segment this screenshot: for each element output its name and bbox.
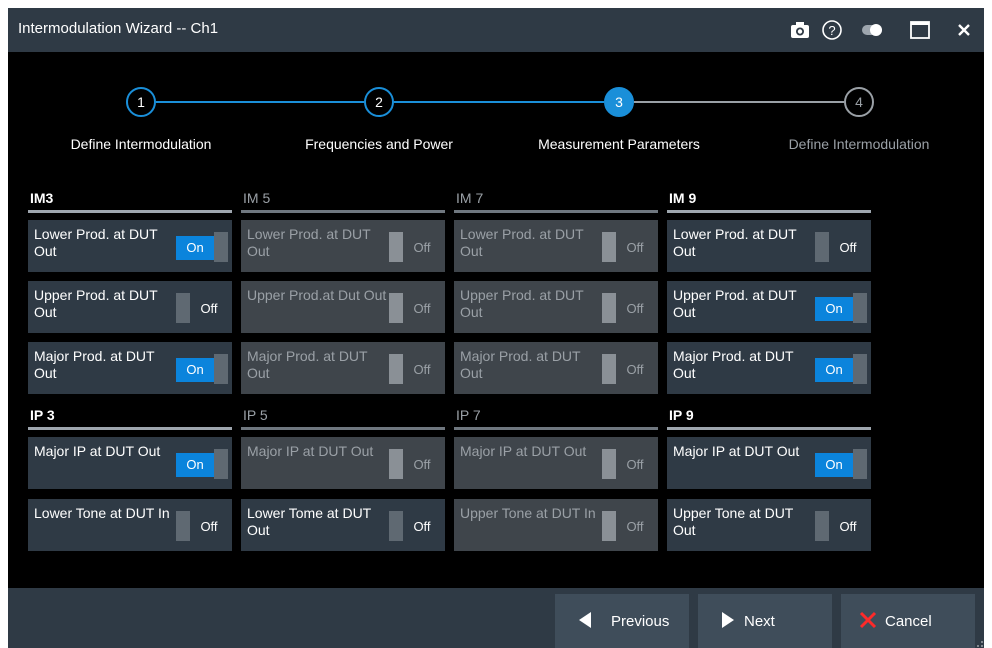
toggle-label: Major Prod. at DUT Out (460, 348, 581, 381)
help-icon[interactable]: ? (820, 18, 844, 42)
ip5-lower-tome-card: Lower Tome at DUT Out Off (241, 499, 445, 551)
step-connector (634, 101, 844, 103)
wizard-stepper: 1 2 3 4 Define Intermodulation Frequenci… (8, 52, 984, 182)
next-arrow-icon (722, 612, 734, 628)
toggle-label: Upper Tone at DUT In (460, 505, 596, 521)
im3-upper-prod-toggle[interactable]: Off (176, 293, 228, 323)
group-header-im7: IM 7 (454, 188, 658, 213)
resize-grip-icon[interactable] (974, 638, 984, 648)
im3-major-prod-toggle[interactable]: On (176, 354, 228, 384)
ip5-major-ip-toggle[interactable]: Off (389, 449, 441, 479)
close-icon[interactable] (952, 18, 976, 42)
im9-lower-prod-card: Lower Prod. at DUT Out Off (667, 220, 871, 272)
im7-lower-prod-card: Lower Prod. at DUT Out Off (454, 220, 658, 272)
toggle-theme-icon[interactable] (860, 18, 884, 42)
im9-upper-prod-card: Upper Prod. at DUT Out On (667, 281, 871, 333)
title-bar: Intermodulation Wizard -- Ch1 ? (8, 8, 984, 52)
cancel-x-icon (859, 611, 877, 629)
group-header-im5: IM 5 (241, 188, 445, 213)
group-header-im3: IM3 (28, 188, 232, 213)
im5-upper-prod-card: Upper Prod.at Dut Out Off (241, 281, 445, 333)
ip5-lower-tome-toggle[interactable]: Off (389, 511, 441, 541)
step-connector (394, 101, 604, 103)
maximize-icon[interactable] (908, 18, 932, 42)
toggle-label: Upper Prod. at DUT Out (460, 287, 584, 320)
wizard-footer: Previous Next Cancel (8, 588, 984, 648)
ip3-major-ip-card: Major IP at DUT Out On (28, 437, 232, 489)
im5-lower-prod-card: Lower Prod. at DUT Out Off (241, 220, 445, 272)
toggle-label: Major Prod. at DUT Out (34, 348, 155, 381)
im5-major-prod-toggle[interactable]: Off (389, 354, 441, 384)
next-button[interactable]: Next (698, 594, 832, 648)
toggle-label: Major Prod. at DUT Out (247, 348, 368, 381)
step-connector (156, 101, 364, 103)
toggle-label: Major Prod. at DUT Out (673, 348, 794, 381)
toggle-label: Upper Prod. at DUT Out (34, 287, 158, 320)
im9-major-prod-card: Major Prod. at DUT Out On (667, 342, 871, 394)
im5-upper-prod-toggle[interactable]: Off (389, 293, 441, 323)
step-3-circle[interactable]: 3 (604, 87, 634, 117)
im3-lower-prod-toggle[interactable]: On (176, 232, 228, 262)
group-header-ip3: IP 3 (28, 405, 232, 430)
ip7-major-ip-card: Major IP at DUT Out Off (454, 437, 658, 489)
im9-lower-prod-toggle[interactable]: Off (815, 232, 867, 262)
im7-upper-prod-card: Upper Prod. at DUT Out Off (454, 281, 658, 333)
group-header-ip5: IP 5 (241, 405, 445, 430)
group-header-ip9: IP 9 (667, 405, 871, 430)
im9-major-prod-toggle[interactable]: On (815, 354, 867, 384)
step-3-label: Measurement Parameters (538, 136, 700, 152)
toggle-label: Upper Prod.at Dut Out (247, 287, 387, 303)
ip9-major-ip-card: Major IP at DUT Out On (667, 437, 871, 489)
im7-lower-prod-toggle[interactable]: Off (602, 232, 654, 262)
camera-icon[interactable] (788, 18, 812, 42)
im7-major-prod-card: Major Prod. at DUT Out Off (454, 342, 658, 394)
ip7-major-ip-toggle[interactable]: Off (602, 449, 654, 479)
toggle-label: Lower Prod. at DUT Out (460, 226, 584, 259)
ip9-upper-tone-card: Upper Tone at DUT Out Off (667, 499, 871, 551)
step-1-circle[interactable]: 1 (126, 87, 156, 117)
toggle-label: Lower Prod. at DUT Out (673, 226, 797, 259)
im3-lower-prod-card: Lower Prod. at DUT Out On (28, 220, 232, 272)
im5-lower-prod-toggle[interactable]: Off (389, 232, 441, 262)
step-4-circle[interactable]: 4 (844, 87, 874, 117)
ip3-lower-tone-toggle[interactable]: Off (176, 511, 228, 541)
toggle-label: Lower Prod. at DUT Out (34, 226, 158, 259)
ip5-major-ip-card: Major IP at DUT Out Off (241, 437, 445, 489)
toggle-label: Lower Prod. at DUT Out (247, 226, 371, 259)
ip7-upper-tone-card: Upper Tone at DUT In Off (454, 499, 658, 551)
im5-major-prod-card: Major Prod. at DUT Out Off (241, 342, 445, 394)
group-header-im9: IM 9 (667, 188, 871, 213)
step-2-circle[interactable]: 2 (364, 87, 394, 117)
toggle-label: Upper Tone at DUT Out (673, 505, 794, 538)
im7-major-prod-toggle[interactable]: Off (602, 354, 654, 384)
step-1-label: Define Intermodulation (70, 136, 212, 152)
svg-text:?: ? (828, 23, 835, 38)
group-header-ip7: IP 7 (454, 405, 658, 430)
im7-upper-prod-toggle[interactable]: Off (602, 293, 654, 323)
toggle-label: Lower Tone at DUT In (34, 505, 170, 521)
ip7-upper-tone-toggle[interactable]: Off (602, 511, 654, 541)
ip3-lower-tone-card: Lower Tone at DUT In Off (28, 499, 232, 551)
previous-arrow-icon (579, 612, 591, 628)
step-2-label: Frequencies and Power (305, 136, 453, 152)
im9-upper-prod-toggle[interactable]: On (815, 293, 867, 323)
window-title: Intermodulation Wizard -- Ch1 (18, 20, 219, 37)
step-4-label: Define Intermodulation (788, 136, 930, 152)
toggle-label: Lower Tome at DUT Out (247, 505, 371, 538)
ip3-major-ip-toggle[interactable]: On (176, 449, 228, 479)
im3-major-prod-card: Major Prod. at DUT Out On (28, 342, 232, 394)
toggle-label: Upper Prod. at DUT Out (673, 287, 797, 320)
cancel-button[interactable]: Cancel (841, 594, 975, 648)
previous-button[interactable]: Previous (555, 594, 689, 648)
wizard-window: Intermodulation Wizard -- Ch1 ? 1 2 3 4 … (8, 8, 984, 648)
ip9-major-ip-toggle[interactable]: On (815, 449, 867, 479)
im3-upper-prod-card: Upper Prod. at DUT Out Off (28, 281, 232, 333)
ip9-upper-tone-toggle[interactable]: Off (815, 511, 867, 541)
